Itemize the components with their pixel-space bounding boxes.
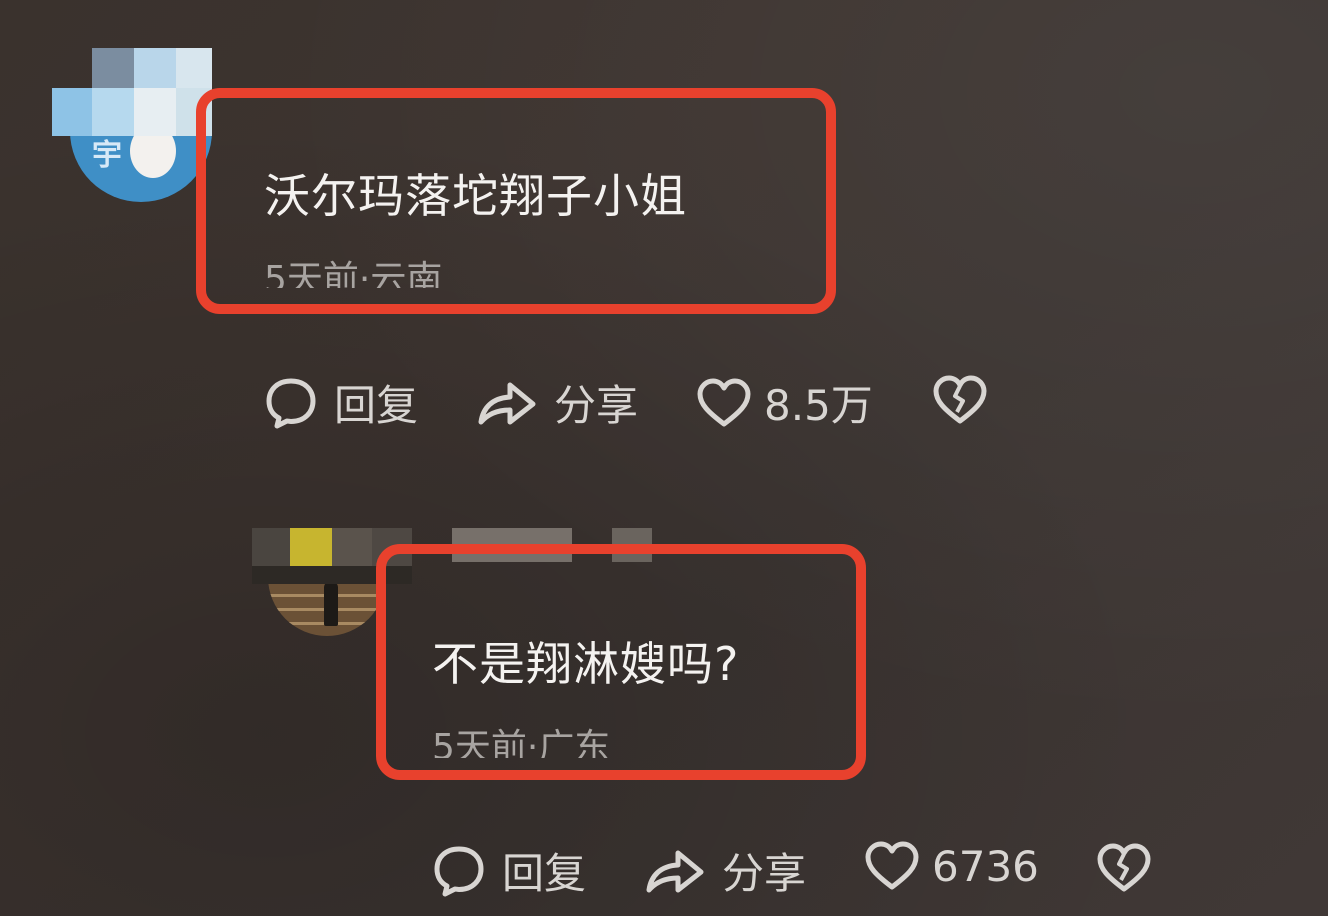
reply-button[interactable]: 回复 bbox=[432, 840, 586, 901]
heart-icon bbox=[865, 841, 919, 890]
comment-meta: 5天前·广东 bbox=[432, 727, 611, 758]
comment-text: 沃尔玛落坨翔子小姐 bbox=[264, 169, 687, 223]
reply-button[interactable]: 回复 bbox=[264, 372, 418, 433]
reply-icon bbox=[434, 846, 484, 896]
like-button[interactable]: 6736 bbox=[864, 840, 1039, 892]
comment-text: 不是翔淋嫂吗? bbox=[432, 637, 740, 691]
like-button[interactable]: 8.5万 bbox=[696, 372, 873, 433]
share-button[interactable]: 分享 bbox=[476, 372, 638, 433]
broken-heart-icon bbox=[1097, 843, 1151, 892]
dislike-button[interactable] bbox=[1096, 842, 1152, 894]
dislike-button[interactable] bbox=[932, 374, 988, 426]
reply-label: 回复 bbox=[502, 849, 587, 898]
comment-meta: 5天前·云南 bbox=[264, 259, 443, 288]
share-label: 分享 bbox=[554, 381, 639, 430]
broken-heart-icon bbox=[933, 375, 987, 424]
share-button[interactable]: 分享 bbox=[644, 840, 806, 901]
reply-icon bbox=[266, 378, 316, 428]
heart-icon bbox=[697, 378, 751, 426]
reply-label: 回复 bbox=[334, 381, 419, 430]
share-icon bbox=[478, 382, 536, 424]
like-count: 8.5万 bbox=[764, 381, 873, 430]
like-count: 6736 bbox=[932, 841, 1039, 891]
share-icon bbox=[646, 850, 704, 892]
share-label: 分享 bbox=[722, 849, 807, 898]
